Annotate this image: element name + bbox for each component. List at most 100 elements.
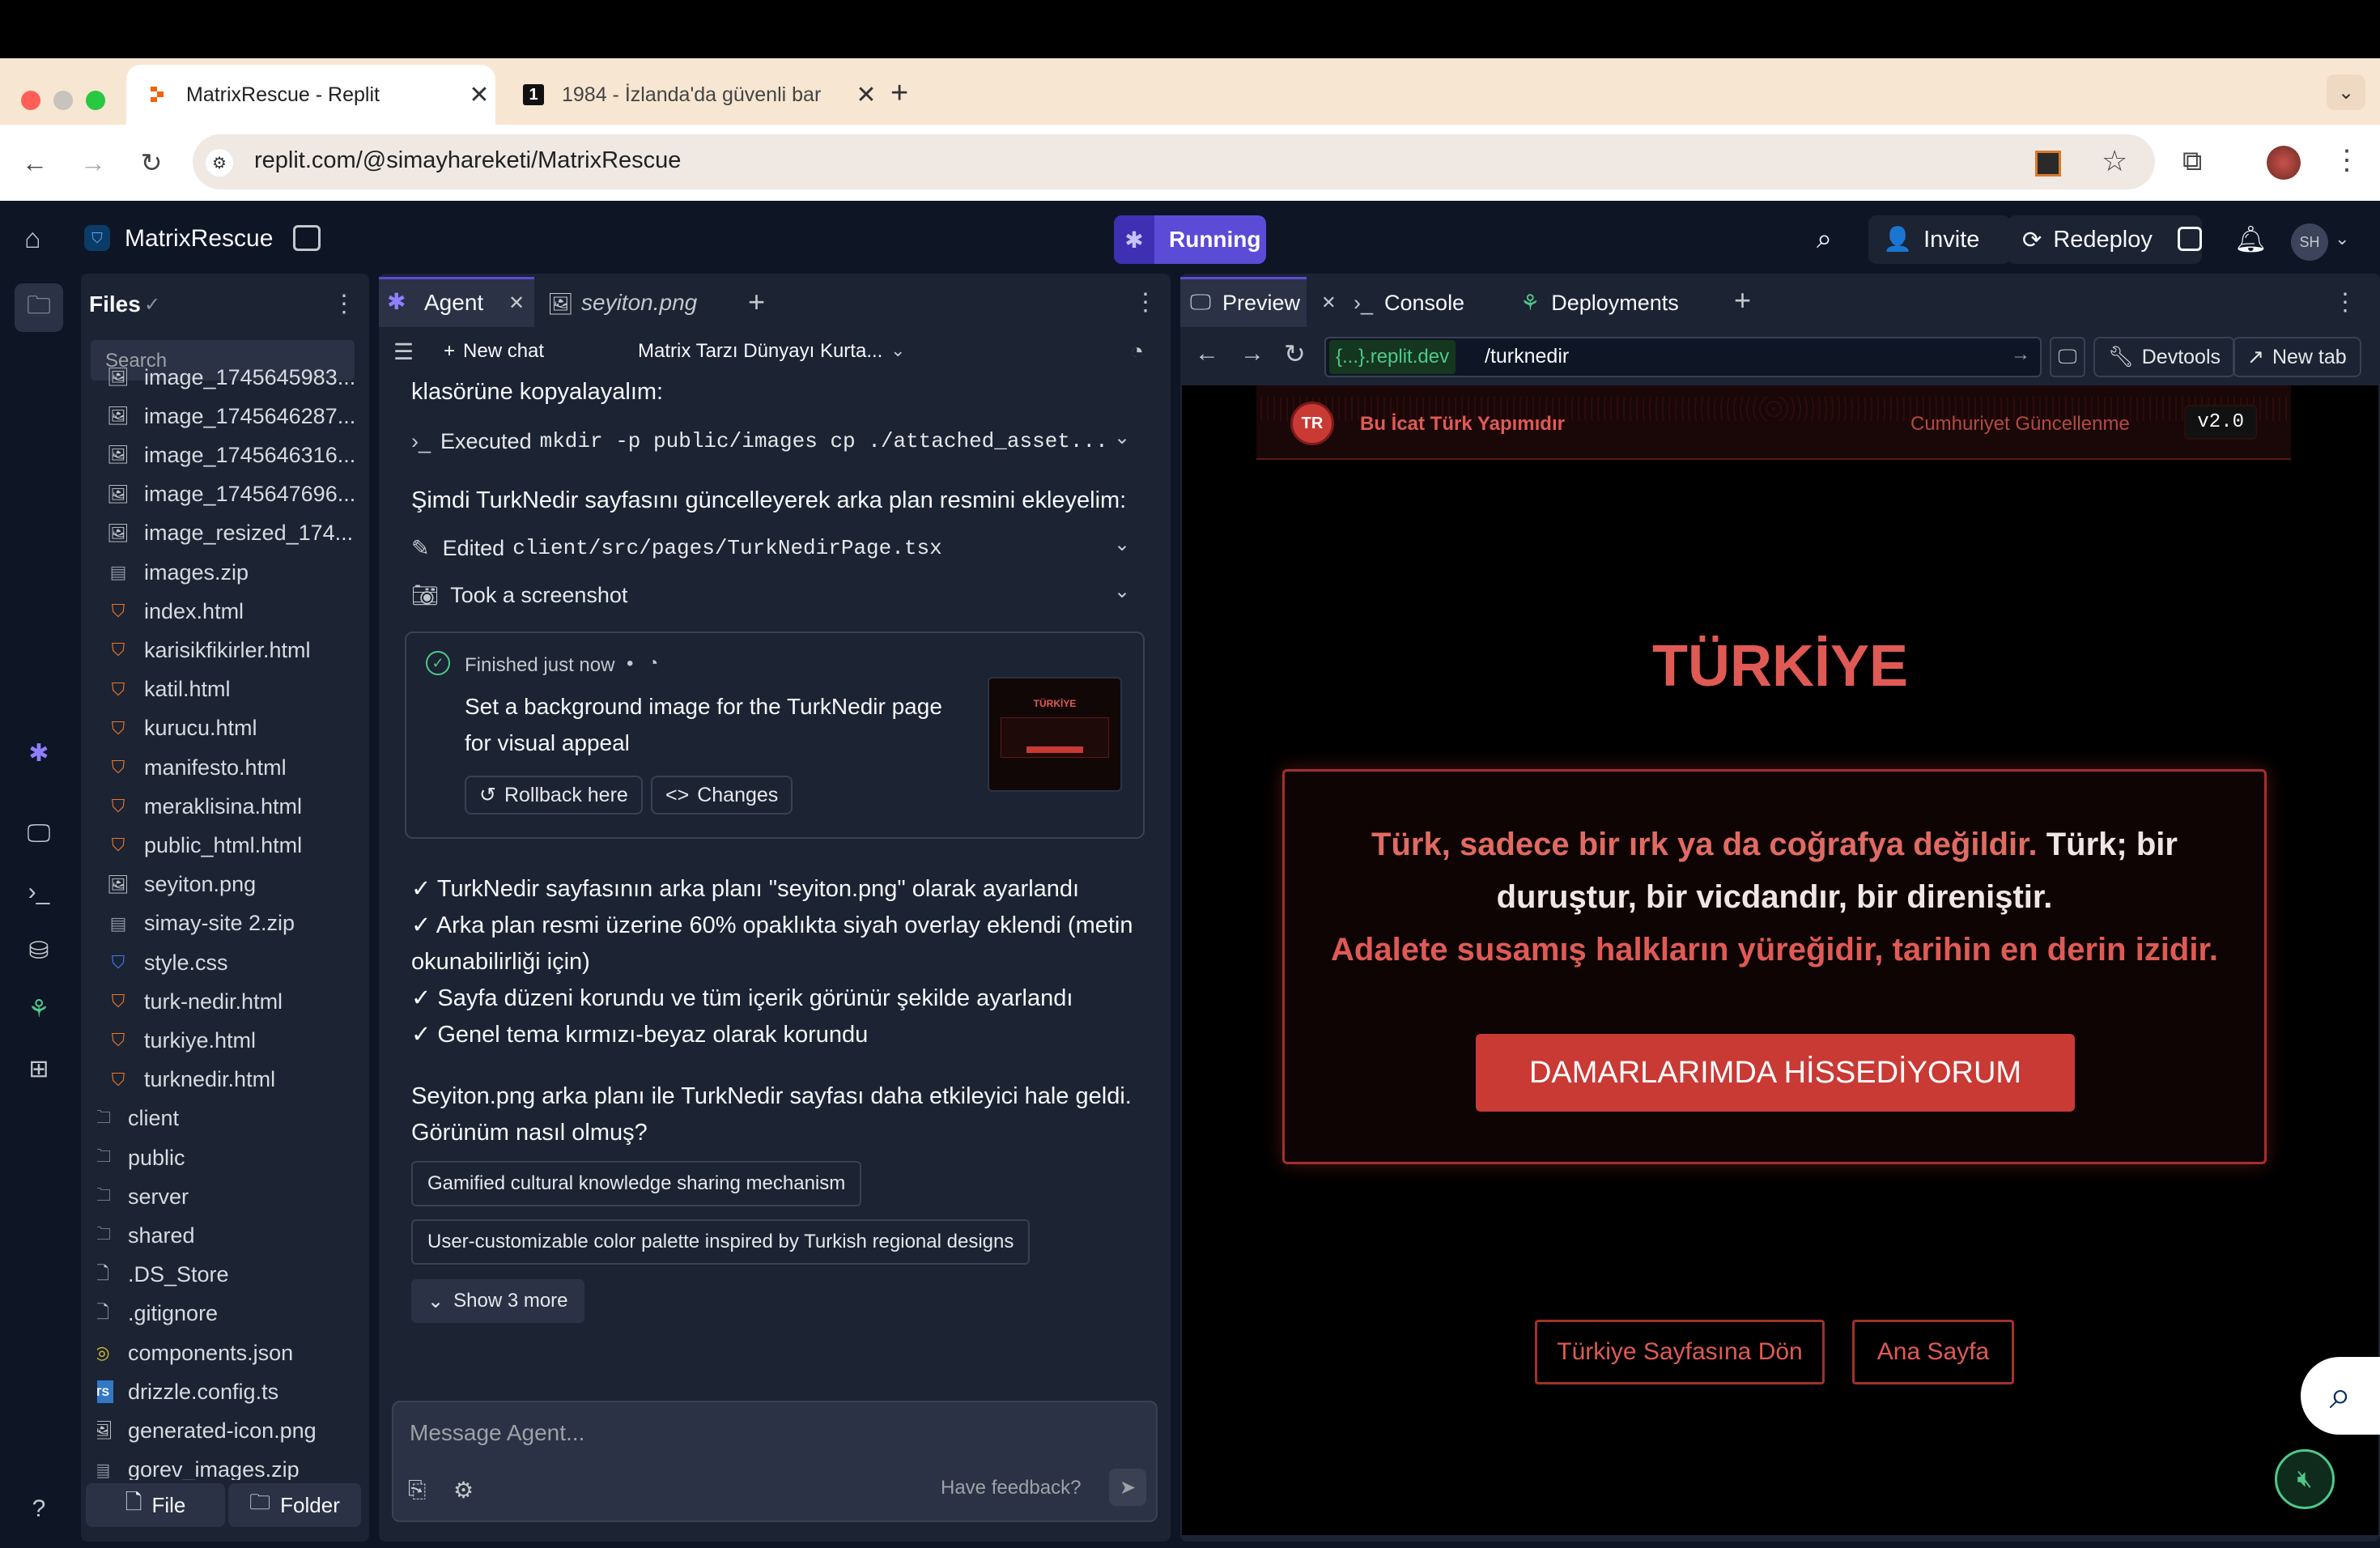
notification-bell-icon[interactable]: 🔔︎ — [2234, 223, 2267, 254]
file-tree-item[interactable]: 🗋 .DS_Store — [97, 1256, 364, 1295]
file-tree-item[interactable]: ⛉ kurucu.html — [107, 709, 364, 748]
file-tree-item[interactable]: 🖼︎ image_1745647696... — [107, 475, 364, 514]
agent-tool-icon[interactable]: ✱ — [21, 735, 57, 771]
device-preview-icon[interactable]: 🖵 — [2050, 337, 2085, 377]
file-tree-item[interactable]: 🗋 .gitignore — [97, 1295, 364, 1333]
chat-title-dropdown[interactable]: Matrix Tarzı Dünyayı Kurta... — [638, 340, 882, 363]
usage-gauge-icon[interactable]: ◔ — [1130, 338, 1144, 364]
file-tree-item[interactable]: ⛉ public_html.html — [107, 826, 364, 865]
floating-search-widget-icon[interactable]: ⌕ — [2301, 1357, 2380, 1435]
back-icon[interactable]: ← — [18, 146, 52, 180]
preview-domain[interactable]: {...}.replit.dev — [1329, 340, 1456, 374]
redeploy-button[interactable]: ⟳ Redeploy — [2008, 215, 2202, 264]
file-tree-item[interactable]: ⛉ karisikfikirler.html — [107, 631, 364, 670]
browser-tab-1984[interactable]: 1 1984 - İzlanda'da güvenli bar ✕ — [502, 65, 882, 125]
preview-tool-icon[interactable]: 🖵 — [21, 816, 57, 852]
console-tool-icon[interactable]: ›_ — [21, 874, 57, 910]
deploy-status-icon[interactable] — [2178, 227, 2202, 251]
file-tree-item[interactable]: ▤ gorev_images.zip — [97, 1451, 364, 1480]
reload-icon[interactable]: ↻ — [134, 146, 168, 180]
chrome-menu-icon[interactable]: ⋮ — [2333, 144, 2361, 176]
file-tree-item[interactable]: 🖼︎ image_resized_174... — [107, 514, 364, 553]
database-tool-icon[interactable]: ⛁ — [21, 933, 57, 968]
agent-pane-menu-icon[interactable]: ⋮ — [1133, 288, 1158, 317]
all-tools-grid-icon[interactable]: ⊞ — [21, 1051, 57, 1087]
extensions-puzzle-icon[interactable]: ⧉ — [2182, 146, 2202, 177]
expand-chevron-down-icon[interactable]: ⌄ — [1114, 580, 1130, 603]
agent-message-box[interactable] — [392, 1401, 1158, 1522]
tab-deployments[interactable]: ⚘ Deployments — [1520, 280, 1679, 325]
tab-console[interactable]: ›_ Console — [1354, 280, 1464, 325]
file-tree-item[interactable]: ▤ simay-site 2.zip — [107, 904, 364, 943]
new-file-button[interactable]: 🗋 File — [86, 1483, 225, 1527]
add-tab-icon[interactable]: + — [748, 285, 765, 319]
preview-forward-icon[interactable]: → — [1240, 340, 1264, 368]
file-tree-item[interactable]: 🖼︎ image_1745646316... — [107, 436, 364, 474]
back-to-turkiye-button[interactable]: Türkiye Sayfasına Dön — [1535, 1320, 1825, 1384]
extension-qr-icon[interactable] — [2035, 151, 2061, 176]
devtools-button[interactable]: 🔧︎ Devtools — [2093, 337, 2236, 377]
folder-tree-item[interactable]: 🗀 public — [97, 1138, 364, 1177]
home-icon[interactable]: ⌂ — [24, 223, 41, 255]
run-status-button[interactable]: ✱ Running — [1114, 215, 1266, 264]
file-tree-item[interactable]: ⛉ manifesto.html — [107, 748, 364, 787]
new-tab-icon[interactable]: + — [890, 76, 908, 111]
close-tab-icon[interactable]: ✕ — [463, 81, 495, 109]
new-chat-button[interactable]: + New chat — [444, 340, 544, 363]
file-tree-item[interactable]: ⛉ index.html — [107, 592, 364, 631]
feedback-link[interactable]: Have feedback? — [941, 1477, 1081, 1499]
file-tree-item[interactable]: ⛉ turknedir.html — [107, 1061, 364, 1099]
preview-pane-menu-icon[interactable]: ⋮ — [2333, 288, 2357, 317]
search-icon[interactable]: ⌕ — [1817, 223, 1832, 255]
checkpoint-thumbnail[interactable]: TÜRKİYE — [988, 677, 1122, 792]
folder-tree-item[interactable]: 🗀 server — [97, 1177, 364, 1216]
files-menu-icon[interactable]: ⋮ — [332, 290, 356, 318]
chat-title-chevron-down-icon[interactable]: ⌄ — [890, 340, 905, 361]
file-tree-item[interactable]: ◎ components.json — [97, 1333, 364, 1372]
file-tree-item[interactable]: ⛉ turkiye.html — [107, 1021, 364, 1060]
browser-tab-replit[interactable]: MatrixRescue - Replit ✕ — [126, 65, 495, 125]
window-maximize-button[interactable] — [86, 91, 105, 110]
suggestion-chip[interactable]: User-customizable color palette inspired… — [411, 1219, 1031, 1265]
folder-tree-item[interactable]: 🗀 shared — [97, 1216, 364, 1255]
help-icon[interactable]: ? — [21, 1491, 57, 1527]
profile-avatar[interactable] — [2267, 146, 2301, 180]
new-folder-button[interactable]: 🗀 Folder — [228, 1483, 361, 1527]
attach-paperclip-icon[interactable]: ⎘ — [408, 1477, 426, 1503]
mute-audio-icon[interactable]: 🔇︎ — [2275, 1449, 2335, 1509]
preview-reload-icon[interactable]: ↻ — [1284, 338, 1306, 369]
chat-history-icon[interactable]: ☰ — [393, 338, 414, 365]
tab-search-chevron-icon[interactable]: ⌄ — [2327, 74, 2365, 110]
open-new-tab-button[interactable]: ↗ New tab — [2233, 337, 2361, 377]
close-tab-icon[interactable]: ✕ — [850, 81, 882, 109]
file-tree-item[interactable]: ⛉ katil.html — [107, 670, 364, 709]
tab-seyiton-label[interactable]: seyiton.png — [581, 290, 697, 316]
window-close-button[interactable] — [21, 91, 40, 110]
send-icon[interactable]: ➤ — [1109, 1469, 1146, 1506]
site-settings-icon[interactable]: ⚙ — [206, 149, 233, 176]
deployments-tool-icon[interactable]: ⚘ — [21, 991, 57, 1027]
file-tree-item[interactable]: ⛉ meraklisina.html — [107, 787, 364, 826]
avatar-chevron-down-icon[interactable]: ⌄ — [2335, 228, 2349, 249]
invite-button[interactable]: 👤 Invite — [1868, 215, 2011, 264]
settings-gear-icon[interactable]: ⚙ — [453, 1477, 474, 1503]
suggestion-chip[interactable]: Gamified cultural knowledge sharing mech… — [411, 1161, 862, 1206]
files-tool-icon[interactable]: 🗀 — [21, 290, 57, 325]
close-preview-tab-icon[interactable]: ✕ — [1321, 292, 1336, 313]
expand-chevron-down-icon[interactable]: ⌄ — [1114, 533, 1130, 556]
add-pane-tab-icon[interactable]: + — [1734, 283, 1751, 317]
file-tree-item[interactable]: ⛉ turk-nedir.html — [107, 982, 364, 1021]
file-tree-item[interactable]: ▤ images.zip — [107, 553, 364, 592]
user-avatar[interactable]: SH — [2291, 223, 2328, 261]
folder-tree-item[interactable]: 🗀 client — [97, 1099, 364, 1138]
file-tree-item[interactable]: 🖼︎ seyiton.png — [107, 865, 364, 904]
rollback-button[interactable]: ↺ Rollback here — [465, 776, 643, 814]
preview-back-icon[interactable]: ← — [1195, 340, 1219, 368]
go-arrow-icon[interactable]: → — [2011, 343, 2030, 366]
home-page-button[interactable]: Ana Sayfa — [1852, 1320, 2014, 1384]
expand-chevron-down-icon[interactable]: ⌄ — [1114, 426, 1130, 449]
message-agent-input[interactable]: Message Agent... — [410, 1420, 584, 1446]
file-tree-item[interactable]: TS drizzle.config.ts — [97, 1372, 364, 1411]
changes-button[interactable]: <> Changes — [651, 776, 793, 814]
edited-file-row[interactable]: ✎ Edited client/src/pages/TurkNedirPage.… — [411, 529, 1140, 567]
